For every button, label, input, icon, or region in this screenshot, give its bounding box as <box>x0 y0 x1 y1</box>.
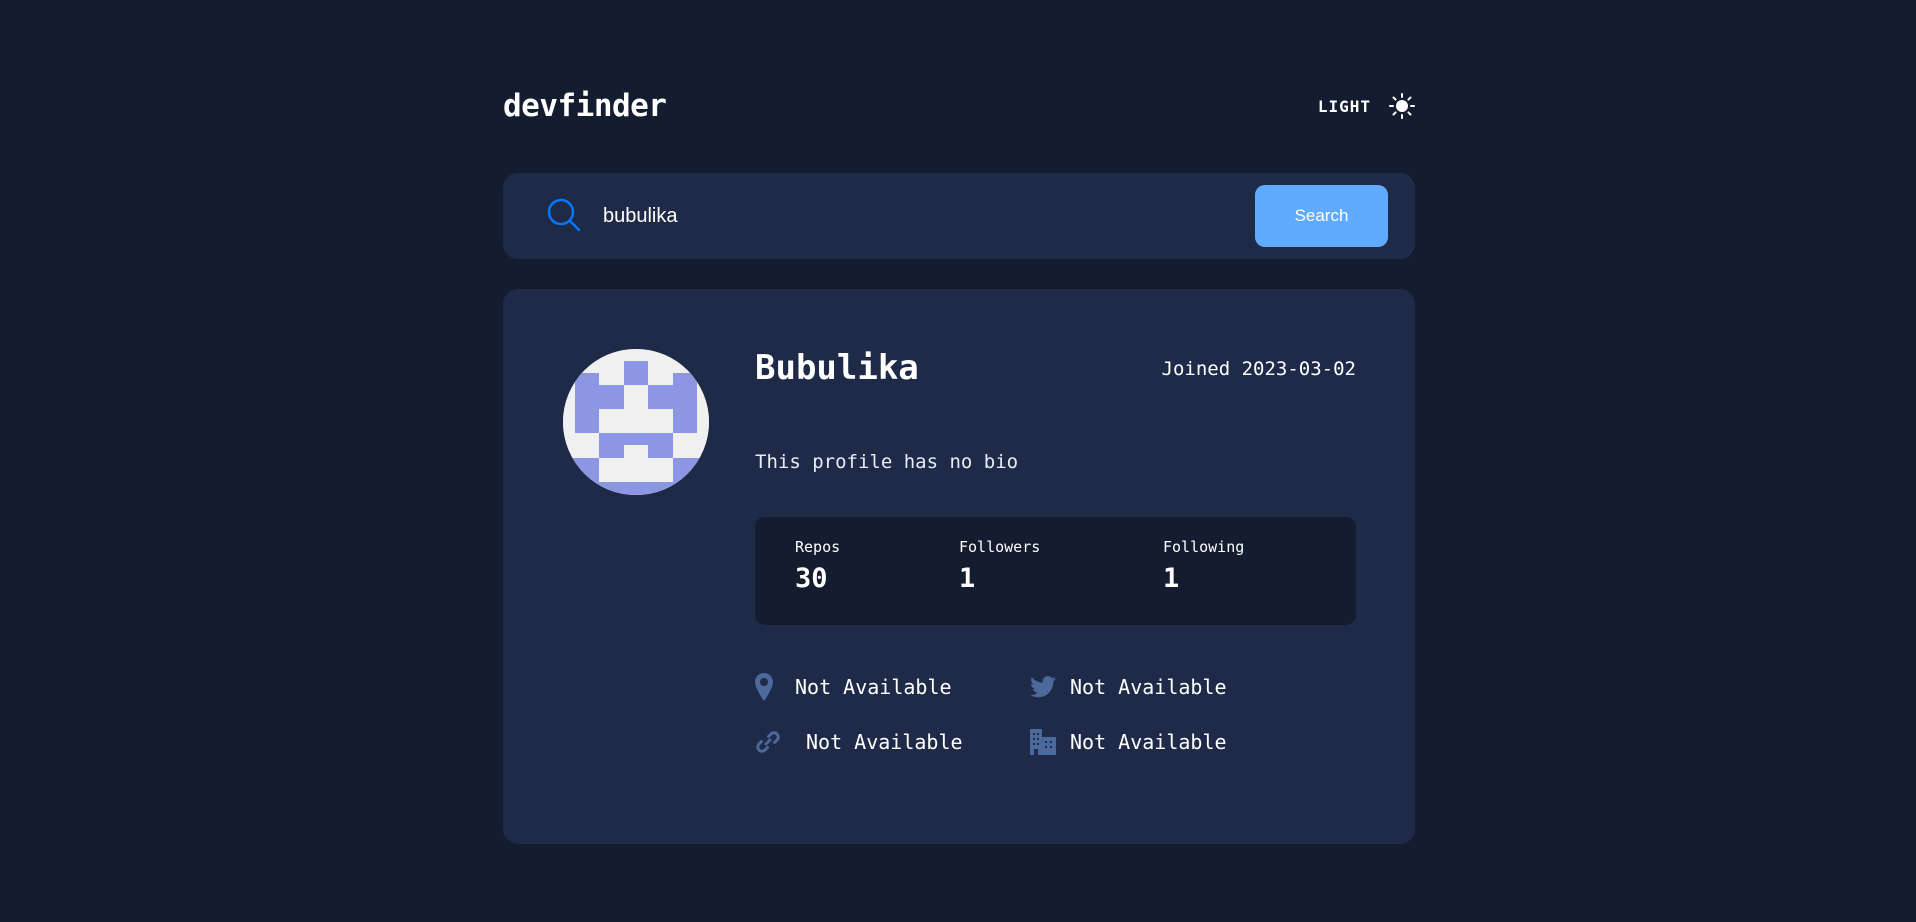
stat-label: Repos <box>795 538 841 556</box>
sun-icon[interactable] <box>1389 93 1415 119</box>
stat-value: 1 <box>959 563 976 594</box>
twitter-info: Not Available <box>1030 671 1227 703</box>
stat-label: Following <box>1163 538 1245 556</box>
twitter-text: Not Available <box>1070 675 1227 699</box>
joined-date: Joined 2023-03-02 <box>1161 358 1356 380</box>
app-logo: devfinder <box>503 88 667 124</box>
avatar <box>563 349 709 495</box>
identicon-avatar <box>563 349 709 495</box>
link-icon <box>756 731 780 753</box>
theme-toggle[interactable]: LIGHT <box>1318 90 1415 122</box>
header: devfinder LIGHT <box>503 86 1415 126</box>
company-text: Not Available <box>1070 730 1227 754</box>
search-bar: Search <box>503 173 1415 259</box>
stats-panel: Repos 30 Followers 1 Following 1 <box>755 517 1356 625</box>
search-button[interactable]: Search <box>1255 185 1388 247</box>
stat-followers: Followers 1 <box>959 537 1040 599</box>
theme-toggle-label[interactable]: LIGHT <box>1318 97 1371 116</box>
stat-repos: Repos 30 <box>795 537 840 599</box>
profile-bio: This profile has no bio <box>755 451 1019 473</box>
stat-following: Following 1 <box>1163 537 1244 599</box>
stat-value: 1 <box>1163 563 1180 594</box>
search-icon <box>547 198 581 232</box>
location-text: Not Available <box>795 675 952 699</box>
profile-card: Bubulika Joined 2023-03-02 This profile … <box>503 289 1415 844</box>
profile-name: Bubulika <box>755 348 919 388</box>
search-input[interactable] <box>603 195 1203 237</box>
location-info: Not Available <box>755 671 952 703</box>
company-info: Not Available <box>1030 726 1227 758</box>
twitter-icon <box>1030 676 1056 698</box>
website-text[interactable]: Not Available <box>806 728 963 756</box>
website-info[interactable]: Not Available <box>755 726 963 758</box>
location-pin-icon <box>755 673 773 701</box>
stat-value: 30 <box>795 563 828 594</box>
stat-label: Followers <box>959 538 1041 556</box>
company-building-icon <box>1030 729 1056 755</box>
